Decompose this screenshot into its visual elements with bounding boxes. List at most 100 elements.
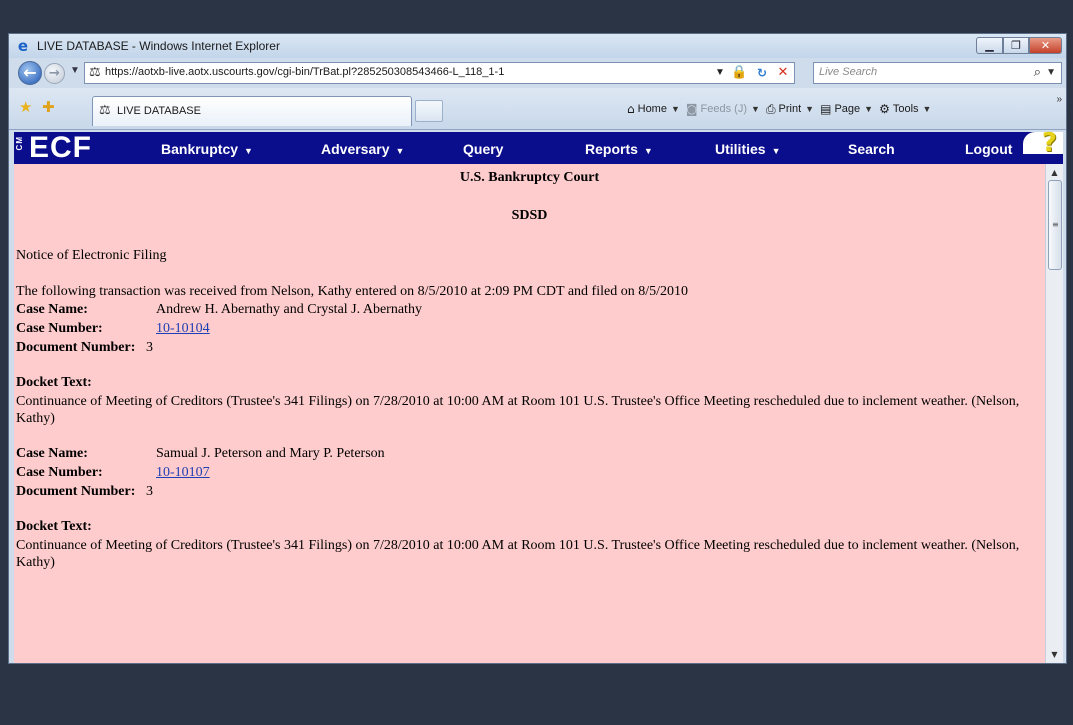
feeds-icon: ◙ bbox=[685, 102, 698, 116]
case-name-label: Case Name: bbox=[16, 446, 88, 461]
chevron-down-icon: ▼ bbox=[643, 146, 653, 156]
logo-ecf-text: ECF bbox=[29, 131, 92, 164]
tools-button[interactable]: ⚙ Tools ▼ bbox=[879, 102, 931, 116]
document-number-label: Document Number: bbox=[16, 340, 136, 355]
case-number-label: Case Number: bbox=[16, 321, 103, 336]
search-dropdown-icon[interactable]: ▼ bbox=[1046, 67, 1056, 78]
address-dropdown-icon[interactable]: ▼ bbox=[715, 67, 725, 78]
print-dropdown-icon[interactable]: ▼ bbox=[805, 104, 814, 114]
case-name-value: Andrew H. Abernathy and Crystal J. Abern… bbox=[156, 302, 422, 317]
tools-label: Tools bbox=[892, 103, 919, 115]
lock-icon[interactable]: 🔒 bbox=[731, 65, 747, 81]
menu-utilities[interactable]: Utilities ▼ bbox=[715, 141, 781, 159]
print-button[interactable]: ⎙ Print ▼ bbox=[766, 102, 814, 116]
court-title: U.S. Bankruptcy Court bbox=[459, 170, 600, 185]
add-favorite-icon[interactable]: ✚ bbox=[42, 98, 55, 116]
home-dropdown-icon[interactable]: ▼ bbox=[671, 104, 680, 114]
menu-bankruptcy[interactable]: Bankruptcy ▼ bbox=[161, 141, 253, 159]
feeds-label: Feeds (J) bbox=[700, 103, 748, 115]
search-icon[interactable]: ⌕ bbox=[1034, 64, 1041, 82]
new-tab-button[interactable] bbox=[415, 100, 443, 122]
title-bar: e LIVE DATABASE - Windows Internet Explo… bbox=[9, 34, 1066, 58]
address-bar-row: ← → ▼ ⚖ https://aotxb-live.aotx.uscourts… bbox=[9, 58, 1066, 88]
menu-adversary-label: Adversary bbox=[321, 141, 390, 157]
feeds-dropdown-icon[interactable]: ▼ bbox=[751, 104, 760, 114]
ie-logo-icon: e bbox=[17, 37, 29, 55]
menu-query[interactable]: Query bbox=[463, 141, 503, 157]
window-title: LIVE DATABASE - Windows Internet Explore… bbox=[37, 39, 280, 53]
menu-adversary[interactable]: Adversary ▼ bbox=[321, 141, 404, 159]
chevron-down-icon: ▼ bbox=[395, 146, 405, 156]
address-bar[interactable]: ⚖ https://aotxb-live.aotx.uscourts.gov/c… bbox=[84, 62, 795, 84]
print-icon: ⎙ bbox=[765, 102, 776, 116]
ecf-nav-bar: CM ECF Bankruptcy ▼ Adversary ▼ Query Repo… bbox=[14, 128, 1063, 164]
help-button[interactable]: ? bbox=[1019, 128, 1063, 164]
menu-logout[interactable]: Logout bbox=[965, 141, 1012, 157]
site-favicon-icon: ⚖ bbox=[89, 65, 101, 80]
vertical-scrollbar[interactable]: ▲ ≡ ▼ bbox=[1045, 164, 1063, 663]
transaction-intro: The following transaction was received f… bbox=[16, 284, 688, 299]
back-button[interactable]: ← bbox=[18, 61, 42, 85]
command-bar: ⌂ Home ▼ ◙ Feeds (J) ▼ ⎙ Print ▼ ▤ Page … bbox=[627, 100, 937, 118]
document-number-label: Document Number: bbox=[16, 484, 136, 499]
search-box[interactable]: Live Search ⌕ ▼ bbox=[813, 62, 1062, 84]
menu-reports-label: Reports bbox=[585, 141, 638, 157]
tab-bar: ★ ✚ ⚖ LIVE DATABASE ⌂ Home ▼ ◙ Feeds (J)… bbox=[9, 88, 1066, 130]
notice-heading: Notice of Electronic Filing bbox=[16, 248, 167, 263]
page-icon: ▤ bbox=[820, 102, 832, 116]
tab-label: LIVE DATABASE bbox=[117, 105, 201, 117]
close-button[interactable]: ✕ bbox=[1029, 37, 1062, 54]
document-number-value: 3 bbox=[146, 340, 153, 355]
feeds-button[interactable]: ◙ Feeds (J) ▼ bbox=[686, 102, 760, 116]
scroll-grip-icon: ≡ bbox=[1052, 220, 1059, 229]
document-number-value: 3 bbox=[146, 484, 153, 499]
notice-content: U.S. Bankruptcy Court SDSD Notice of Ele… bbox=[14, 164, 1045, 663]
case-number-link[interactable]: 10-10104 bbox=[156, 321, 210, 337]
maximize-button[interactable]: ❐ bbox=[1003, 37, 1029, 54]
page-dropdown-icon[interactable]: ▼ bbox=[864, 104, 873, 114]
district-title: SDSD bbox=[511, 208, 548, 223]
favorites-icon[interactable]: ★ bbox=[19, 98, 32, 116]
gear-icon: ⚙ bbox=[879, 102, 890, 116]
docket-text-label: Docket Text: bbox=[16, 519, 92, 534]
menu-bankruptcy-label: Bankruptcy bbox=[161, 141, 239, 157]
logo-cm-text: CM bbox=[15, 136, 24, 151]
command-overflow-icon[interactable]: » bbox=[1056, 94, 1062, 105]
menu-logout-label: Logout bbox=[965, 141, 1013, 157]
case-name-value: Samual J. Peterson and Mary P. Peterson bbox=[156, 446, 385, 461]
address-input[interactable]: https://aotxb-live.aotx.uscourts.gov/cgi… bbox=[105, 66, 504, 78]
tab-live-database[interactable]: ⚖ LIVE DATABASE bbox=[92, 96, 412, 126]
menu-search-label: Search bbox=[848, 141, 895, 157]
home-button[interactable]: ⌂ Home ▼ bbox=[627, 102, 680, 116]
chevron-down-icon: ▼ bbox=[771, 146, 781, 156]
forward-button[interactable]: → bbox=[44, 63, 65, 84]
menu-utilities-label: Utilities bbox=[715, 141, 766, 157]
tools-dropdown-icon[interactable]: ▼ bbox=[923, 104, 932, 114]
refresh-button[interactable]: ↻ bbox=[752, 64, 772, 82]
menu-query-label: Query bbox=[463, 141, 504, 157]
case-number-label: Case Number: bbox=[16, 465, 103, 480]
minimize-button[interactable]: ▁ bbox=[976, 37, 1003, 54]
case-name-label: Case Name: bbox=[16, 302, 88, 317]
docket-text: Continuance of Meeting of Creditors (Tru… bbox=[16, 394, 1020, 426]
scroll-up-icon[interactable]: ▲ bbox=[1046, 166, 1063, 180]
home-icon: ⌂ bbox=[627, 102, 635, 116]
case-number-link[interactable]: 10-10107 bbox=[156, 465, 210, 481]
menu-reports[interactable]: Reports ▼ bbox=[585, 141, 653, 159]
menu-search[interactable]: Search bbox=[848, 141, 895, 157]
tab-favicon-icon: ⚖ bbox=[99, 103, 111, 118]
print-label: Print bbox=[778, 103, 802, 115]
scroll-down-icon[interactable]: ▼ bbox=[1046, 648, 1063, 662]
chevron-down-icon: ▼ bbox=[244, 146, 253, 156]
home-label: Home bbox=[637, 103, 667, 115]
docket-text: Continuance of Meeting of Creditors (Tru… bbox=[16, 538, 1020, 570]
scroll-thumb[interactable]: ≡ bbox=[1048, 180, 1062, 270]
page-button[interactable]: ▤ Page ▼ bbox=[820, 102, 873, 116]
history-dropdown-icon[interactable]: ▼ bbox=[70, 65, 80, 76]
browser-window: e LIVE DATABASE - Windows Internet Explo… bbox=[8, 33, 1067, 664]
docket-text-label: Docket Text: bbox=[16, 375, 92, 390]
page-label: Page bbox=[834, 103, 861, 115]
help-question-icon: ? bbox=[1041, 128, 1057, 158]
search-input[interactable]: Live Search bbox=[819, 66, 877, 78]
stop-button[interactable]: ✕ bbox=[774, 64, 792, 82]
